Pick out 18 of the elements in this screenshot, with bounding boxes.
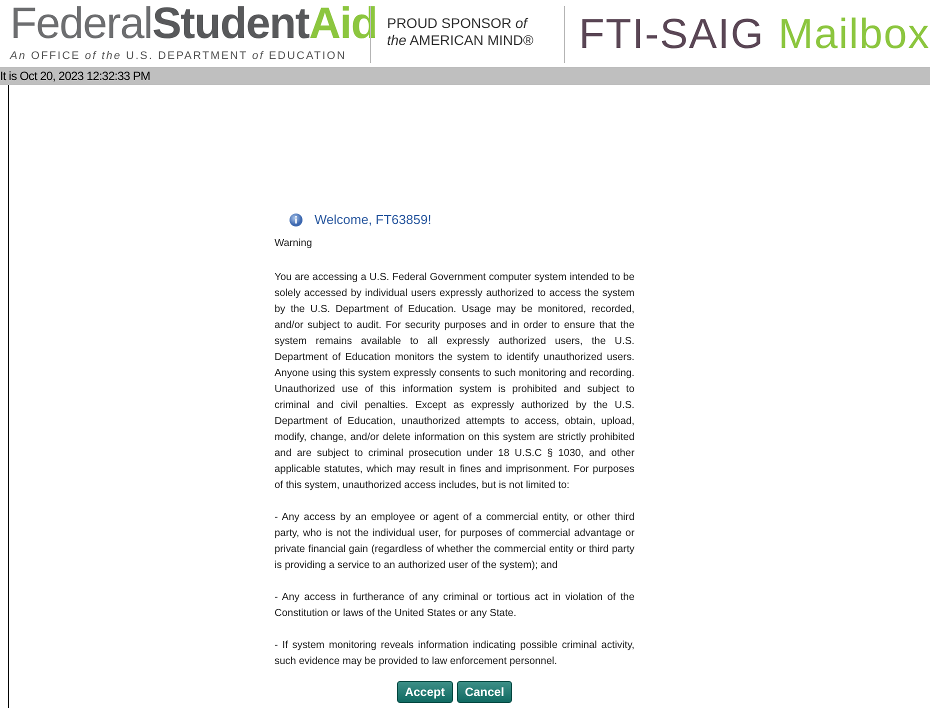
info-icon: [288, 213, 302, 227]
warning-paragraph: - If system monitoring reveals information indicating possible criminal activity, such evidence may be provided to law enforcement personnel.: [274, 639, 634, 669]
warning-label: Warning: [274, 238, 312, 249]
sponsor-text: the AMERICAN MIND®: [386, 32, 534, 48]
logo-word: Aid: [308, 2, 377, 46]
logo-tagline: An OFFICE of the U.S. DEPARTMENT of EDUCATION: [10, 50, 348, 62]
sponsor-text: PROUD SPONSOR of: [386, 14, 530, 32]
logo-word: Student: [152, 2, 309, 46]
logo-word: Federal: [10, 2, 152, 46]
warning-paragraph: You are accessing a U.S. Federal Government computer system intended to be solely accessed by individual users expressly authorized to access the system by the U.S. Department of Education. Usage may be monitored, recorded, and/or subject to audit. For security purposes and in order to ensure that the system remains available to all expressly authorized users, the U.S. Department of Education monitors the system to identify unauthorized users. Anyone using this system expressly consents to such monitoring and recording. Unauthorized use of this information system is prohibited and subject to criminal and civil penalties. Except as expressly authorized by the U.S. Department of Education, unauthorized attempts to access, obtain, upload, modify, change, and/or delete information on this system are strictly prohibited and are subject to criminal prosecution under 18 U.S.C § 1030, and other applicable statutes, which may result in fines and imprisonment. For purposes of this system, unauthorized access includes, but is not limited to:: [274, 271, 634, 493]
app-title: Mailbox: [778, 10, 930, 58]
status-bar: It is Oct 20, 2023 12:32:33 PM: [0, 67, 930, 85]
accept-button[interactable]: Accept: [396, 681, 453, 703]
welcome-message: Welcome, FT63859!: [314, 212, 432, 228]
warning-paragraph: - Any access by an employee or agent of a commercial entity, or other third party, who is not the individual user, for purposes of commercial advantage or private financial gain (regardless of whether the commercial entity or third party is providing a service to an authorized user of the system); and: [274, 511, 634, 573]
app-title: FTI-SAIG: [578, 10, 764, 58]
cancel-button[interactable]: Cancel: [456, 681, 512, 703]
warning-paragraph: - Any access in furtherance of any criminal or tortious act in violation of the Constitution or laws of the United States or any State.: [274, 591, 634, 621]
